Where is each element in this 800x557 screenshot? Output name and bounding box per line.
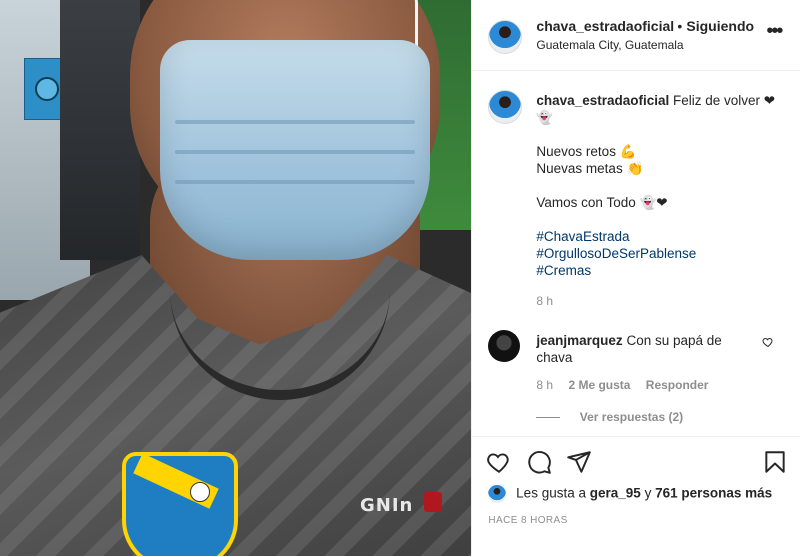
caption-time[interactable]: 8 h — [536, 294, 553, 308]
following-button[interactable]: Siguiendo — [686, 18, 754, 34]
comment-text: jeanjmarquez Con su papá de chava — [536, 332, 756, 366]
liker-avatar[interactable] — [488, 485, 507, 503]
mask-fold — [175, 150, 415, 154]
club-crest-ball — [190, 482, 210, 502]
hashtag-link[interactable]: #OrgullosoDeSerPablense — [536, 245, 786, 262]
hashtag-link[interactable]: #ChavaEstrada — [536, 228, 786, 245]
comment-like-icon[interactable] — [762, 336, 774, 351]
post-location[interactable]: Guatemala City, Guatemala — [536, 38, 683, 52]
comment-time[interactable]: 8 h — [536, 378, 553, 392]
bookmark-icon[interactable] — [762, 449, 788, 480]
commenter-avatar[interactable] — [488, 330, 521, 362]
photo-door — [60, 0, 140, 260]
heart-icon[interactable] — [486, 449, 512, 480]
instagram-post: GNIn chava_estradaoficial • Siguiendo Gu… — [0, 0, 800, 556]
replies-divider — [536, 417, 561, 419]
likes-summary: Les gusta a gera_95 y 761 personas más — [488, 485, 788, 503]
author-avatar[interactable] — [488, 20, 523, 54]
view-replies-label: Ver respuestas (2) — [579, 410, 684, 424]
caption-line: Nuevas metas 👏 — [536, 161, 644, 176]
view-replies-button[interactable]: Ver respuestas (2) — [536, 410, 683, 424]
header-separator: • — [677, 18, 683, 34]
caption-gap — [536, 126, 786, 143]
liker-username[interactable]: gera_95 — [590, 486, 641, 501]
caption-author-avatar[interactable] — [488, 90, 523, 124]
post-photo[interactable]: GNIn — [0, 0, 472, 556]
caption-gap — [536, 177, 786, 194]
mask-fold — [175, 180, 415, 184]
hashtag-link[interactable]: #Cremas — [536, 262, 786, 279]
send-icon[interactable] — [566, 449, 592, 480]
comment-icon[interactable] — [526, 449, 552, 480]
jersey-brand-mark — [424, 492, 442, 512]
comment-meta: 8 h 2 Me gusta Responder — [536, 378, 720, 392]
post-header: chava_estradaoficial • Siguiendo Guatema… — [472, 0, 800, 71]
caption-username[interactable]: chava_estradaoficial — [536, 93, 669, 108]
post-timestamp[interactable]: HACE 8 HORAS — [488, 515, 567, 526]
post-side-panel: chava_estradaoficial • Siguiendo Guatema… — [471, 0, 800, 556]
likes-others[interactable]: 761 personas más — [655, 486, 772, 501]
likes-connector: y — [644, 485, 652, 501]
caption-text: chava_estradaoficial Feliz de volver ❤👻 … — [536, 92, 786, 279]
likes-prefix: Les gusta a — [516, 485, 586, 501]
comment: jeanjmarquez Con su papá de chava 8 h 2 … — [472, 326, 800, 436]
reply-button[interactable]: Responder — [646, 378, 709, 392]
author-username[interactable]: chava_estradaoficial — [536, 18, 674, 34]
caption-line: Nuevos retos 💪 — [536, 144, 637, 159]
commenter-username[interactable]: jeanjmarquez — [536, 333, 622, 348]
ellipsis-icon[interactable]: ••• — [766, 20, 783, 43]
post-actions: Les gusta a gera_95 y 761 personas más H… — [472, 436, 800, 557]
caption-line: Vamos con Todo 👻❤ — [536, 195, 668, 210]
mask-fold — [175, 120, 415, 124]
caption-gap — [536, 211, 786, 228]
comment-likes[interactable]: 2 Me gusta — [568, 378, 630, 392]
jersey-brand: GNIn — [360, 495, 414, 516]
